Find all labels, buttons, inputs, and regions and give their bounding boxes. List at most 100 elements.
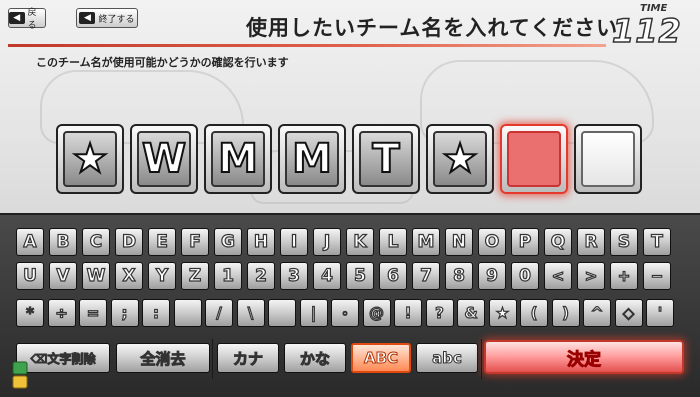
key-label: P: [518, 231, 532, 252]
character-keyboard: A B C D E F G H I J K L M N O P Q R S T U V W X Y Z 1 2 3 4 5 6 7 8 9 0 < > + −…: [0, 213, 700, 397]
key-3-16[interactable]: ★: [488, 299, 517, 327]
key-2-9[interactable]: 3: [280, 262, 308, 290]
key-label: &: [464, 303, 478, 322]
key-label: !: [404, 303, 412, 322]
key-2-17[interactable]: <: [544, 262, 572, 290]
key-3-14[interactable]: ?: [425, 299, 454, 327]
key-1-13[interactable]: M: [412, 228, 440, 256]
name-slot-character: M: [285, 131, 339, 187]
key-3-13[interactable]: !: [394, 299, 422, 327]
confirm-button[interactable]: 決定: [484, 340, 684, 374]
key-2-3[interactable]: W: [82, 262, 110, 290]
key-2-20[interactable]: −: [643, 262, 671, 290]
key-1-15[interactable]: O: [478, 228, 506, 256]
key-1-11[interactable]: K: [346, 228, 374, 256]
key-label: <: [551, 266, 565, 285]
key-1-16[interactable]: P: [511, 228, 539, 256]
key-3-8[interactable]: \: [236, 299, 265, 327]
key-3-4[interactable]: ;: [110, 299, 139, 327]
back-button[interactable]: ◀ 戻る: [8, 8, 46, 31]
key-2-16[interactable]: 0: [511, 262, 539, 290]
key-3-2[interactable]: ÷: [47, 299, 76, 327]
key-label: U: [23, 265, 38, 286]
katakana-label: カナ: [232, 349, 263, 368]
key-1-12[interactable]: L: [379, 228, 407, 256]
key-label: 1: [221, 265, 234, 286]
key-label: F: [189, 231, 202, 252]
name-slot-3: M: [204, 124, 272, 194]
key-label: I: [290, 231, 298, 252]
key-label: M: [417, 231, 435, 252]
key-2-12[interactable]: 6: [379, 262, 407, 290]
key-3-7[interactable]: /: [205, 299, 233, 327]
key-2-4[interactable]: X: [115, 262, 143, 290]
key-1-19[interactable]: S: [610, 228, 638, 256]
key-2-10[interactable]: 4: [313, 262, 341, 290]
backspace-button[interactable]: ⌫文字削除: [16, 343, 110, 373]
key-3-12[interactable]: @: [362, 299, 391, 327]
key-3-20[interactable]: ◇: [614, 299, 643, 327]
key-3-9[interactable]: [268, 299, 296, 327]
key-2-2[interactable]: V: [49, 262, 77, 290]
key-label: |: [310, 303, 317, 322]
key-1-9[interactable]: I: [280, 228, 308, 256]
key-1-18[interactable]: R: [577, 228, 605, 256]
key-2-6[interactable]: Z: [181, 262, 209, 290]
key-1-1[interactable]: A: [16, 228, 44, 256]
key-label: W: [86, 265, 106, 286]
hiragana-mode-button[interactable]: かな: [284, 343, 346, 373]
key-label: E: [156, 231, 169, 252]
uppercase-mode-button[interactable]: ABC: [351, 343, 411, 373]
key-label: =: [86, 303, 100, 322]
key-2-7[interactable]: 1: [214, 262, 242, 290]
key-label: +: [617, 266, 631, 285]
key-3-11[interactable]: ・: [331, 299, 359, 327]
key-3-5[interactable]: :: [142, 299, 170, 327]
key-3-15[interactable]: &: [457, 299, 485, 327]
quit-icon: ◀: [79, 12, 96, 24]
divider: [212, 339, 213, 379]
clear-all-button[interactable]: 全消去: [116, 343, 210, 373]
lowercase-mode-button[interactable]: abc: [416, 343, 478, 373]
key-1-10[interactable]: J: [313, 228, 341, 256]
key-label: /: [216, 303, 223, 322]
key-label: N: [451, 231, 467, 252]
key-3-1[interactable]: *: [16, 299, 44, 327]
name-slot-character: ★: [63, 131, 117, 187]
key-2-19[interactable]: +: [610, 262, 638, 290]
key-3-19[interactable]: ^: [583, 299, 611, 327]
key-2-15[interactable]: 9: [478, 262, 506, 290]
key-2-8[interactable]: 2: [247, 262, 275, 290]
key-3-10[interactable]: |: [299, 299, 328, 327]
key-label: K: [353, 231, 367, 252]
key-1-2[interactable]: B: [49, 228, 77, 256]
key-1-4[interactable]: D: [115, 228, 143, 256]
key-3-21[interactable]: ': [646, 299, 674, 327]
key-1-3[interactable]: C: [82, 228, 110, 256]
key-2-1[interactable]: U: [16, 262, 44, 290]
key-label: 2: [254, 265, 267, 286]
key-1-7[interactable]: G: [214, 228, 242, 256]
key-3-18[interactable]: ): [551, 299, 580, 327]
key-3-3[interactable]: =: [79, 299, 107, 327]
key-2-14[interactable]: 8: [445, 262, 473, 290]
name-slot-character: [507, 131, 561, 187]
key-3-6[interactable]: [173, 299, 202, 327]
key-1-14[interactable]: N: [445, 228, 473, 256]
key-1-20[interactable]: T: [643, 228, 671, 256]
key-2-5[interactable]: Y: [148, 262, 176, 290]
key-label: 5: [353, 265, 366, 286]
key-1-17[interactable]: Q: [544, 228, 572, 256]
key-1-5[interactable]: E: [148, 228, 176, 256]
key-2-13[interactable]: 7: [412, 262, 440, 290]
key-3-17[interactable]: (: [520, 299, 548, 327]
name-slot-6: ★: [426, 124, 494, 194]
key-1-8[interactable]: H: [247, 228, 275, 256]
key-2-18[interactable]: >: [577, 262, 605, 290]
timer-value: 112: [611, 11, 682, 51]
katakana-mode-button[interactable]: カナ: [217, 343, 279, 373]
key-2-11[interactable]: 5: [346, 262, 374, 290]
key-label: ;: [121, 303, 128, 322]
quit-button[interactable]: ◀ 終了する: [76, 8, 138, 28]
key-1-6[interactable]: F: [181, 228, 209, 256]
